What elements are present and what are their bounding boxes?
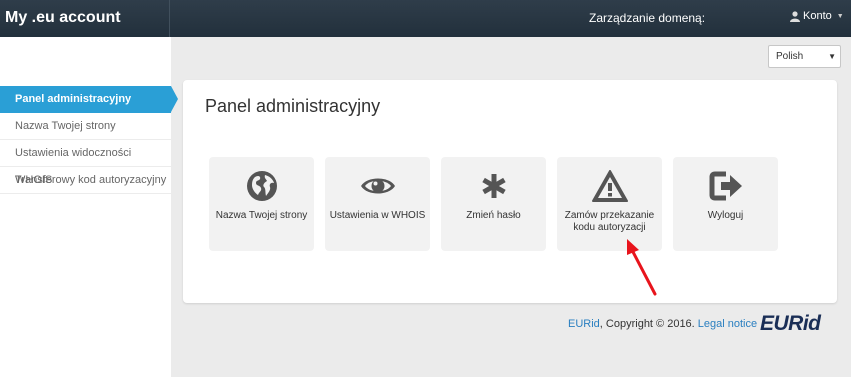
tile-label: Zmień hasło xyxy=(466,210,521,221)
sidebar: Panel administracyjny Nazwa Twojej stron… xyxy=(0,37,178,377)
sidebar-item-site-name[interactable]: Nazwa Twojej strony xyxy=(0,113,171,140)
tile-logout[interactable]: Wyloguj xyxy=(673,157,778,251)
copyright-text: , Copyright © 2016. xyxy=(599,318,695,330)
account-label: Konto xyxy=(803,10,832,22)
app-brand[interactable]: My .eu account xyxy=(0,0,170,37)
user-icon xyxy=(790,10,800,22)
tile-whois-settings[interactable]: Ustawienia w WHOIS xyxy=(325,157,430,251)
logout-icon xyxy=(709,171,742,201)
domain-management-label[interactable]: Zarządzanie domeną: xyxy=(589,11,705,25)
top-bar: My .eu account Zarządzanie domeną: Konto… xyxy=(0,0,851,37)
legal-notice-link[interactable]: Legal notice xyxy=(698,318,757,330)
sidebar-item-whois[interactable]: Ustawienia widoczności WHOIS xyxy=(0,140,171,186)
eurid-link[interactable]: EURid xyxy=(568,318,600,330)
eye-icon xyxy=(360,178,395,194)
footer: EURid, Copyright © 2016. Legal notice xyxy=(568,318,757,330)
tile-site-name[interactable]: Nazwa Twojej strony xyxy=(209,157,314,251)
eurid-logo: EURid xyxy=(760,312,821,335)
language-select[interactable]: Polish ▼ xyxy=(768,45,841,68)
annotation-arrow-icon xyxy=(627,239,657,296)
asterisk-icon xyxy=(481,174,506,198)
language-selected: Polish xyxy=(776,51,804,62)
tile-change-password[interactable]: Zmień hasło xyxy=(441,157,546,251)
tile-label: Zamów przekazanie kodu autoryzacji xyxy=(564,210,655,233)
page-title: Panel administracyjny xyxy=(205,96,381,116)
globe-icon xyxy=(246,171,277,201)
tile-label: Nazwa Twojej strony xyxy=(215,210,308,221)
admin-panel: Panel administracyjny Nazwa Twojej stron… xyxy=(183,80,837,303)
warning-icon xyxy=(591,170,628,202)
chevron-down-icon: ▼ xyxy=(836,12,844,20)
sidebar-item-admin-panel[interactable]: Panel administracyjny xyxy=(0,86,178,113)
account-menu[interactable]: Konto ▼ xyxy=(790,10,844,22)
sidebar-item-auth-code[interactable]: Transferowy kod autoryzacyjny xyxy=(0,167,171,194)
tile-label: Wyloguj xyxy=(707,210,744,221)
chevron-down-icon: ▼ xyxy=(828,52,836,61)
tile-label: Ustawienia w WHOIS xyxy=(329,210,426,221)
